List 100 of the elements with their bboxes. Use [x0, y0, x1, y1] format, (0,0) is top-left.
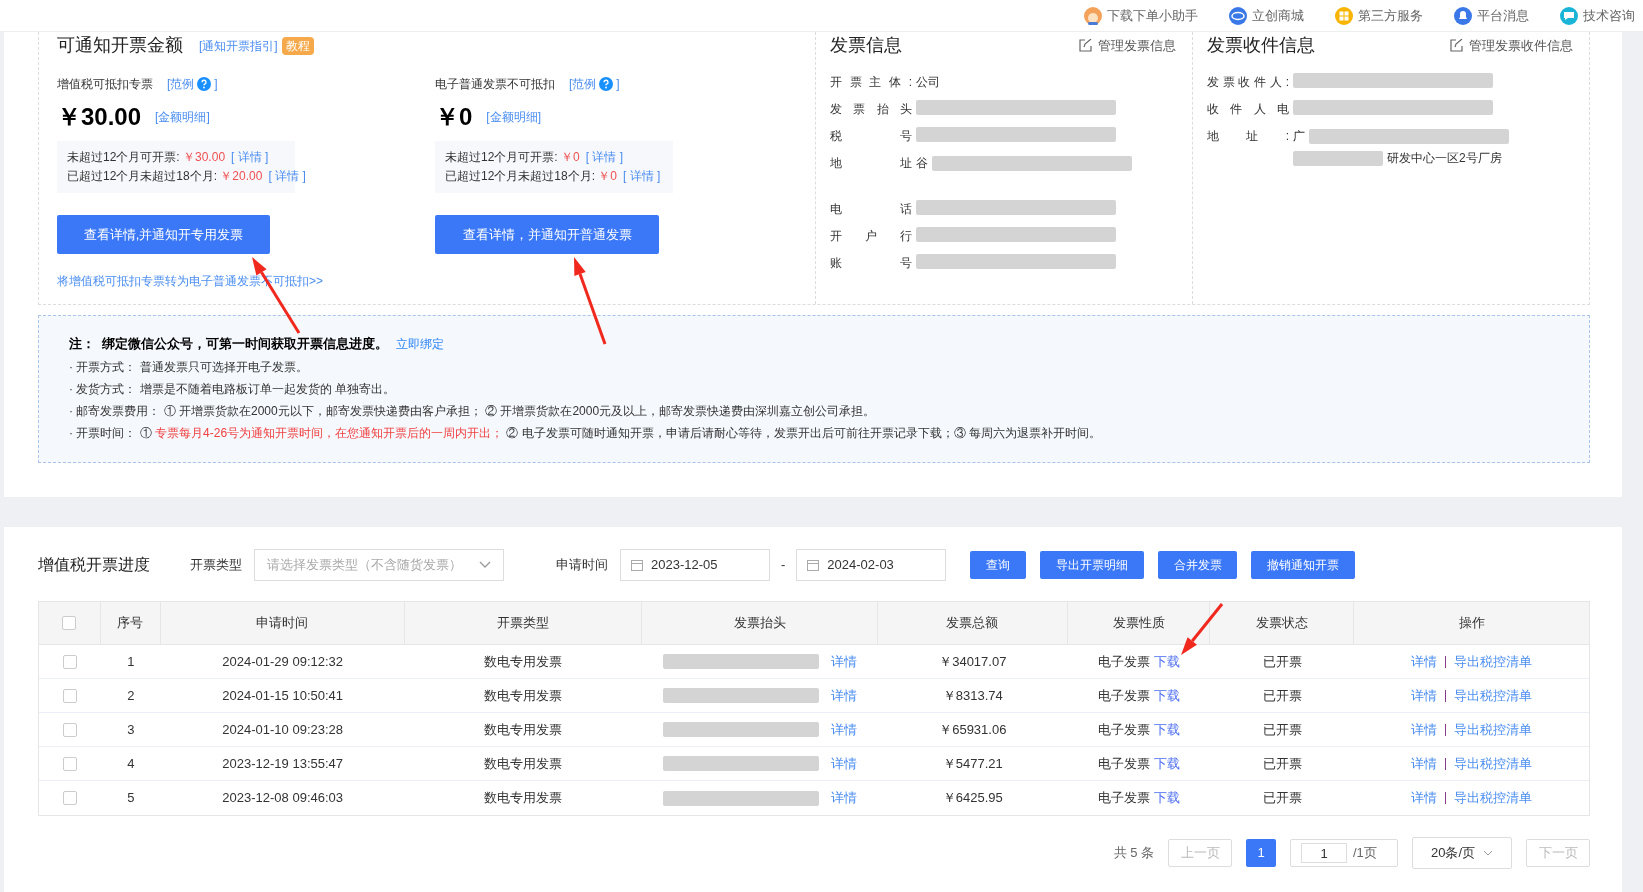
action-link[interactable]: 详情 — [1411, 788, 1438, 808]
section-title: 发票收件信息 — [1207, 34, 1315, 57]
swirl-icon — [1228, 5, 1248, 26]
checkbox[interactable] — [62, 654, 77, 669]
column-header: 发票状态 — [1210, 602, 1355, 644]
table-cell-text: 已开票 — [1261, 652, 1303, 671]
table-cell-text: 2023-12-19 13:55:47 — [221, 754, 345, 773]
manage-link[interactable]: 管理发票信息 — [1079, 35, 1176, 56]
invoice-type-select[interactable]: 请选择发票类型（不含随货发票） — [254, 549, 504, 581]
download-link[interactable]: 下载 — [1154, 651, 1181, 672]
table-cell-text: 2 — [126, 686, 136, 705]
action-link[interactable]: 导出税控清单 — [1454, 651, 1533, 672]
filter-label: 开票类型 — [190, 556, 242, 575]
detail-link[interactable]: [ 详情 ] — [623, 167, 661, 186]
toolbar-button[interactable]: 合并发票 — [1158, 551, 1238, 579]
notice-item: · 开票方式： 普通发票只可选择开电子发票。 — [69, 359, 309, 376]
section-title: 发票信息 — [830, 34, 902, 57]
table-cell-text: 2024-01-10 09:23:28 — [221, 720, 345, 739]
nav-link[interactable]: 平台消息 — [1453, 5, 1529, 26]
table-cell-text: 已开票 — [1261, 686, 1303, 705]
column-header: 发票抬头 — [642, 602, 878, 644]
bind-link[interactable]: 立即绑定 — [396, 333, 445, 355]
chevron-down-icon — [1483, 850, 1493, 856]
detail-link[interactable]: 详情 — [831, 753, 858, 774]
action-link[interactable]: 导出税控清单 — [1454, 753, 1533, 774]
arrow-drawing — [1181, 603, 1224, 655]
table-cell-text: 已开票 — [1261, 720, 1303, 739]
detail-link[interactable]: [ 详情 ] — [231, 148, 269, 167]
grid-icon — [1334, 5, 1354, 26]
detail-link[interactable]: [ 详情 ] — [268, 167, 306, 186]
breakdown-label: 已超过12个月未超过18个月: ￥20.00 — [67, 168, 263, 185]
amount-detail-link[interactable]: [金额明细] — [486, 108, 542, 126]
download-link[interactable]: 下载 — [1154, 788, 1181, 808]
toolbar-button[interactable]: 撤销通知开票 — [1251, 551, 1356, 579]
guide-link[interactable]: [通知开票指引] — [199, 36, 278, 55]
notify-button[interactable]: 查看详情,并通知开专用发票 — [57, 215, 270, 254]
table-cell-text: ￥8313.74 — [941, 686, 1004, 705]
total-count: 共 5 条 — [1113, 844, 1154, 863]
date-field[interactable]: 2024-02-03 — [796, 549, 947, 581]
download-link[interactable]: 下载 — [1154, 719, 1181, 740]
checkbox[interactable] — [62, 791, 77, 805]
table-cell-text: 2023-12-08 09:46:03 — [221, 789, 345, 808]
toolbar-button[interactable]: 查询 — [970, 551, 1027, 579]
table-cell-text: 电子发票 — [1098, 754, 1151, 773]
table-cell-text: 1 — [126, 652, 136, 671]
page-size-select[interactable]: 20条/页 — [1412, 837, 1512, 869]
example-link[interactable]: [范例 ] — [167, 75, 218, 93]
detail-link[interactable]: 详情 — [831, 685, 858, 706]
amount-detail-link[interactable]: [金额明细] — [155, 108, 210, 126]
breakdown-label: 未超过12个月可开票: ￥30.00 — [67, 149, 226, 166]
amount-value: ￥30.00 — [57, 102, 142, 132]
field-value: 公司 — [916, 74, 940, 91]
detail-link[interactable]: [ 详情 ] — [585, 148, 624, 167]
breakdown-label: 已超过12个月未超过18个月: ￥0 — [445, 168, 618, 185]
nav-link[interactable]: 第三方服务 — [1334, 5, 1423, 26]
detail-link[interactable]: 详情 — [831, 651, 858, 672]
detail-link[interactable]: 详情 — [831, 788, 858, 808]
date-field[interactable]: 2023-12-05 — [620, 549, 770, 581]
notice-item: · 开票时间： ① 专票每月4-26号为通知开票时间，在您通知开票后的一周内开出； ② 电子发票可随时通知开票，申请后请耐心等待，发票开出后可前往开票记录下载；③ 每周六为退票补开时间。 — [69, 425, 1103, 442]
toolbar-button[interactable]: 导出开票明细 — [1040, 551, 1145, 579]
notify-button[interactable]: 查看详情，并通知开普通发票 — [435, 215, 659, 254]
action-link[interactable]: 详情 — [1411, 685, 1438, 706]
table-cell-text: 电子发票 — [1098, 789, 1151, 808]
action-link[interactable]: 导出税控清单 — [1454, 685, 1533, 706]
checkbox[interactable] — [62, 616, 77, 630]
manage-link[interactable]: 管理发票收件信息 — [1450, 35, 1573, 56]
action-link[interactable]: 导出税控清单 — [1454, 788, 1533, 808]
checkbox[interactable] — [62, 688, 77, 703]
action-link[interactable]: 导出税控清单 — [1454, 719, 1533, 740]
table-cell-text: 数电专用发票 — [483, 720, 564, 739]
tutorial-badge: 教程 — [281, 36, 314, 55]
download-link[interactable]: 下载 — [1154, 685, 1181, 706]
action-link[interactable]: 详情 — [1411, 651, 1438, 672]
amount-value: ￥0 — [435, 102, 473, 132]
table-cell-text: 已开票 — [1261, 754, 1303, 773]
download-link[interactable]: 下载 — [1154, 753, 1181, 774]
notice-title: 注： 绑定微信公众号，可第一时间获取开票信息进度。 — [69, 335, 389, 353]
filter-label: 申请时间 — [556, 556, 608, 575]
field-label: 税号 — [830, 128, 913, 145]
example-link[interactable]: [范例 ] — [569, 75, 620, 93]
action-link[interactable]: 详情 — [1411, 753, 1438, 774]
detail-link[interactable]: 详情 — [831, 719, 858, 740]
page-button[interactable]: 1 — [1246, 839, 1276, 867]
field-value: 研发中心一区2号厂房 — [1387, 150, 1502, 167]
table-cell-text: ￥34017.07 — [938, 652, 1008, 671]
nav-link[interactable]: 立创商城 — [1228, 5, 1304, 26]
page-count: /1页 — [1353, 844, 1377, 863]
checkbox[interactable] — [62, 722, 77, 737]
page-input[interactable]: 1 — [1301, 843, 1347, 863]
column-header: 序号 — [100, 602, 161, 644]
nav-link[interactable]: 下载下单小助手 — [1083, 5, 1198, 26]
column-header: 申请时间 — [160, 602, 405, 644]
table-cell-text: 5 — [126, 789, 136, 808]
action-link[interactable]: 详情 — [1411, 719, 1438, 740]
field-label: 发票抬头 — [830, 101, 913, 118]
field-label: 地址: — [1207, 128, 1290, 145]
table-cell-text: 3 — [126, 720, 136, 739]
notice-item: · 邮寄发票费用： ① 开增票货款在2000元以下，邮寄发票快递费由客户承担； ② 开增票货款在2000元及以上，邮寄发票快递费由深圳嘉立创公司承担。 — [69, 403, 877, 420]
checkbox[interactable] — [62, 756, 77, 771]
nav-link[interactable]: 技术咨询 — [1559, 5, 1635, 26]
